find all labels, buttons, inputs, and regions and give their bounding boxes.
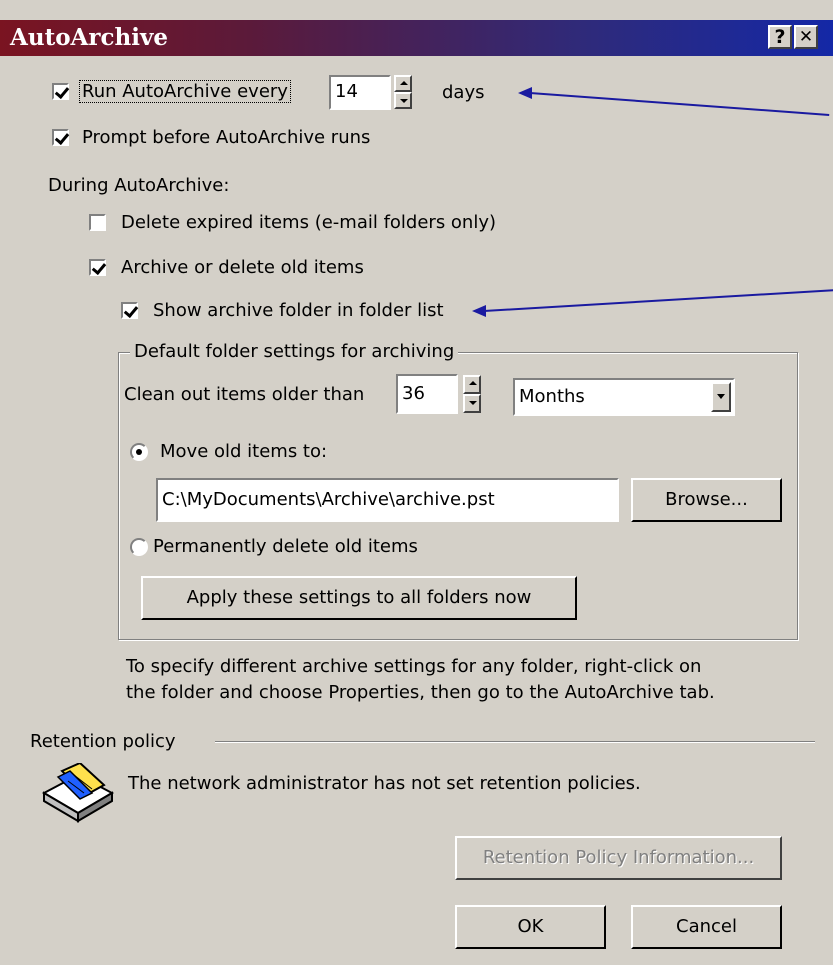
spin-up-icon[interactable]: [463, 375, 481, 394]
during-autoarchive-label: During AutoArchive:: [48, 175, 230, 196]
prompt-before-label[interactable]: Prompt before AutoArchive runs: [82, 127, 370, 148]
run-autoarchive-label[interactable]: Run AutoArchive every: [79, 80, 291, 103]
period-select-value: Months: [519, 386, 585, 407]
prompt-before-checkbox[interactable]: [52, 129, 69, 146]
archive-old-checkbox[interactable]: [89, 259, 106, 276]
autoarchive-dialog: AutoArchive ? ✕ Run AutoArchive every 14…: [0, 0, 833, 965]
days-input[interactable]: 14: [329, 75, 391, 110]
spin-up-icon[interactable]: [394, 75, 412, 92]
help-button[interactable]: ?: [768, 25, 792, 49]
delete-expired-checkbox[interactable]: [89, 214, 106, 231]
clean-out-spinner[interactable]: [463, 375, 481, 413]
cancel-button[interactable]: Cancel: [631, 905, 782, 949]
default-settings-legend: Default folder settings for archiving: [130, 341, 459, 362]
archive-old-label[interactable]: Archive or delete old items: [121, 257, 364, 278]
retention-policy-info-button: Retention Policy Information...: [455, 836, 782, 880]
spin-down-icon[interactable]: [394, 92, 412, 109]
window-title: AutoArchive: [10, 24, 168, 51]
info-text-line1: To specify different archive settings fo…: [126, 656, 702, 677]
spin-down-icon[interactable]: [463, 394, 481, 413]
move-old-items-radio[interactable]: [130, 443, 148, 461]
run-autoarchive-checkbox[interactable]: [52, 83, 69, 100]
chevron-down-icon[interactable]: [711, 382, 731, 412]
callout-arrow-line: [483, 289, 833, 312]
title-bar[interactable]: AutoArchive ? ✕: [0, 20, 833, 56]
retention-policy-icon: [40, 761, 116, 825]
retention-message: The network administrator has not set re…: [128, 773, 641, 794]
days-spinner[interactable]: [394, 75, 412, 109]
archive-path-input[interactable]: C:\MyDocuments\Archive\archive.pst: [156, 478, 619, 522]
clean-out-input[interactable]: 36: [396, 374, 458, 414]
permanently-delete-radio[interactable]: [130, 538, 148, 556]
browse-button[interactable]: Browse...: [631, 478, 782, 522]
apply-settings-button[interactable]: Apply these settings to all folders now: [141, 576, 577, 620]
clean-out-label: Clean out items older than: [124, 384, 365, 405]
move-old-items-label[interactable]: Move old items to:: [160, 441, 327, 462]
show-archive-folder-label[interactable]: Show archive folder in folder list: [153, 300, 444, 321]
ok-button[interactable]: OK: [455, 905, 606, 949]
period-select[interactable]: Months: [513, 378, 735, 416]
retention-divider: [215, 741, 815, 743]
delete-expired-label[interactable]: Delete expired items (e-mail folders onl…: [121, 212, 496, 233]
retention-policy-label: Retention policy: [30, 731, 176, 752]
permanently-delete-label[interactable]: Permanently delete old items: [153, 536, 418, 557]
info-text-line2: the folder and choose Properties, then g…: [126, 682, 715, 703]
show-archive-folder-checkbox[interactable]: [121, 302, 138, 319]
close-button[interactable]: ✕: [794, 25, 818, 49]
days-label: days: [442, 82, 485, 103]
callout-arrow-line: [529, 92, 830, 116]
